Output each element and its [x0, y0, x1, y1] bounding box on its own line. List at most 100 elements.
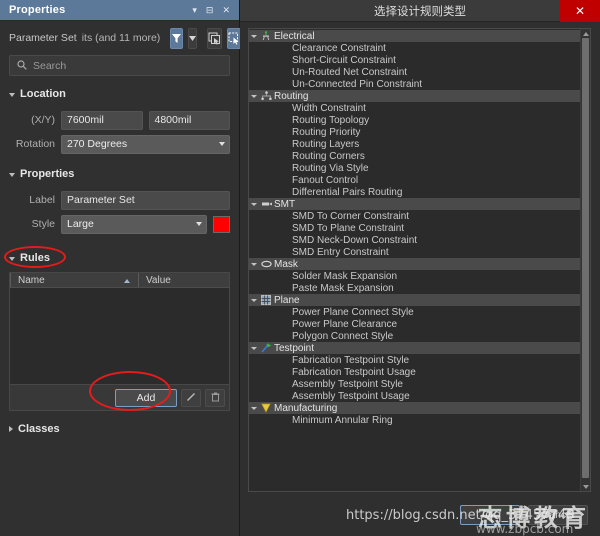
- tree-item[interactable]: Paste Mask Expansion: [249, 282, 580, 294]
- column-header-value[interactable]: Value: [138, 273, 229, 287]
- tree-item[interactable]: Routing Via Style: [249, 162, 580, 174]
- style-select[interactable]: Large: [61, 214, 207, 234]
- tree-item[interactable]: Fabrication Testpoint Usage: [249, 366, 580, 378]
- rule-type-tree[interactable]: Electrical Clearance Constraint Short-Circ…: [249, 29, 580, 491]
- section-header-rules[interactable]: Rules: [0, 246, 239, 270]
- chevron-down-icon[interactable]: [249, 34, 259, 38]
- plane-icon: [259, 295, 273, 305]
- object-selection-row: Parameter Set its (and 11 more): [0, 21, 243, 55]
- smt-icon: [259, 200, 273, 208]
- tree-item[interactable]: Minimum Annular Ring: [249, 414, 580, 426]
- chevron-down-icon: [189, 35, 197, 41]
- tree-item[interactable]: Routing Layers: [249, 138, 580, 150]
- tree-group-label: SMT: [274, 198, 296, 210]
- cancel-button[interactable]: Cancel: [528, 505, 588, 525]
- tree-item-label: Polygon Connect Style: [292, 330, 394, 342]
- column-header-name[interactable]: Name: [10, 273, 138, 287]
- section-header-location[interactable]: Location: [0, 82, 239, 106]
- search-placeholder: Search: [33, 59, 67, 72]
- tree-group-plane[interactable]: Plane: [249, 294, 580, 306]
- tree-item[interactable]: Fanout Control: [249, 174, 580, 186]
- close-icon[interactable]: ✕: [222, 5, 230, 15]
- section-header-properties[interactable]: Properties: [0, 162, 239, 186]
- scroll-up-icon[interactable]: [581, 29, 590, 38]
- label-field[interactable]: Parameter Set: [61, 190, 230, 210]
- chevron-down-icon[interactable]: [249, 262, 259, 266]
- ok-button[interactable]: OK: [460, 505, 520, 525]
- tree-group-label: Testpoint: [274, 342, 315, 354]
- color-swatch[interactable]: [213, 215, 230, 233]
- rules-table-body[interactable]: [10, 288, 229, 384]
- tree-item[interactable]: Power Plane Clearance: [249, 318, 580, 330]
- select-all-button[interactable]: [207, 27, 223, 49]
- tree-item-label: Short-Circuit Constraint: [292, 54, 396, 66]
- chevron-down-icon[interactable]: [249, 202, 259, 206]
- tree-item[interactable]: SMD To Plane Constraint: [249, 222, 580, 234]
- tree-item-label: Fabrication Testpoint Style: [292, 354, 410, 366]
- tree-item[interactable]: Un-Connected Pin Constraint: [249, 78, 580, 90]
- tree-item[interactable]: Un-Routed Net Constraint: [249, 66, 580, 78]
- scrollbar-thumb[interactable]: [582, 38, 589, 478]
- tree-item[interactable]: Assembly Testpoint Usage: [249, 390, 580, 402]
- x-field[interactable]: 7600mil: [61, 110, 143, 130]
- tree-item[interactable]: SMD To Corner Constraint: [249, 210, 580, 222]
- rotation-value: 270 Degrees: [67, 138, 128, 150]
- tree-item[interactable]: SMD Neck-Down Constraint: [249, 234, 580, 246]
- tree-group-label: Electrical: [274, 30, 315, 42]
- tree-group-label: Plane: [274, 294, 300, 306]
- tree-group-mask[interactable]: Mask: [249, 258, 580, 270]
- tree-item[interactable]: Routing Topology: [249, 114, 580, 126]
- section-header-classes[interactable]: Classes: [0, 417, 239, 441]
- tree-item[interactable]: Short-Circuit Constraint: [249, 54, 580, 66]
- edit-button[interactable]: [181, 388, 201, 407]
- tree-item[interactable]: Differential Pairs Routing: [249, 186, 580, 198]
- rules-table-wrapper: Name Value Add: [9, 272, 230, 411]
- label-label: Label: [29, 194, 55, 206]
- tree-item-label: Clearance Constraint: [292, 42, 386, 54]
- column-label-value: Value: [146, 274, 171, 286]
- dock-icon[interactable]: ⊟: [206, 5, 214, 15]
- tree-item[interactable]: Polygon Connect Style: [249, 330, 580, 342]
- tree-group-electrical[interactable]: Electrical: [249, 30, 580, 42]
- chevron-down-icon[interactable]: ▾: [192, 5, 197, 15]
- tree-group-smt[interactable]: SMT: [249, 198, 580, 210]
- tree-item[interactable]: Width Constraint: [249, 102, 580, 114]
- page-title: Properties: [9, 4, 66, 16]
- add-button[interactable]: Add: [115, 388, 177, 407]
- chevron-down-icon[interactable]: [249, 298, 259, 302]
- tree-item[interactable]: Assembly Testpoint Style: [249, 378, 580, 390]
- search-input[interactable]: Search: [9, 55, 230, 76]
- chevron-down-icon[interactable]: [249, 346, 259, 350]
- tree-item[interactable]: Solder Mask Expansion: [249, 270, 580, 282]
- chevron-down-icon[interactable]: [249, 94, 259, 98]
- tree-item[interactable]: Power Plane Connect Style: [249, 306, 580, 318]
- y-field[interactable]: 4800mil: [148, 110, 230, 130]
- tree-item[interactable]: SMD Entry Constraint: [249, 246, 580, 258]
- mask-icon: [259, 260, 273, 268]
- delete-button[interactable]: [205, 388, 225, 407]
- section-title-rules: Rules: [20, 252, 50, 264]
- tree-group-label: Routing: [274, 90, 309, 102]
- tree-group-manufacturing[interactable]: Manufacturing: [249, 402, 580, 414]
- tree-item[interactable]: Clearance Constraint: [249, 42, 580, 54]
- tree-item[interactable]: Routing Corners: [249, 150, 580, 162]
- tree-scrollbar[interactable]: [580, 29, 590, 491]
- rules-table-footer: Add: [10, 384, 229, 410]
- rotation-select[interactable]: 270 Degrees: [61, 134, 230, 154]
- electrical-icon: [259, 31, 273, 41]
- chevron-down-icon[interactable]: [249, 406, 259, 410]
- scroll-down-icon[interactable]: [581, 482, 590, 491]
- tree-item[interactable]: Routing Priority: [249, 126, 580, 138]
- tree-item-label: SMD To Plane Constraint: [292, 222, 405, 234]
- chevron-down-icon: [9, 257, 15, 261]
- filter-dropdown-button[interactable]: [188, 27, 198, 49]
- filter-button[interactable]: [170, 27, 184, 49]
- close-button[interactable]: ✕: [560, 0, 600, 22]
- tree-group-testpoint[interactable]: Testpoint: [249, 342, 580, 354]
- tree-item-label: Fanout Control: [292, 174, 359, 186]
- dialog-titlebar: 选择设计规则类型 ✕: [240, 0, 600, 22]
- tree-item[interactable]: Fabrication Testpoint Style: [249, 354, 580, 366]
- tree-item-label: Un-Routed Net Constraint: [292, 66, 408, 78]
- tree-group-routing[interactable]: Routing: [249, 90, 580, 102]
- location-fields: (X/Y) 7600mil 4800mil Rotation 270 Degre…: [0, 106, 239, 156]
